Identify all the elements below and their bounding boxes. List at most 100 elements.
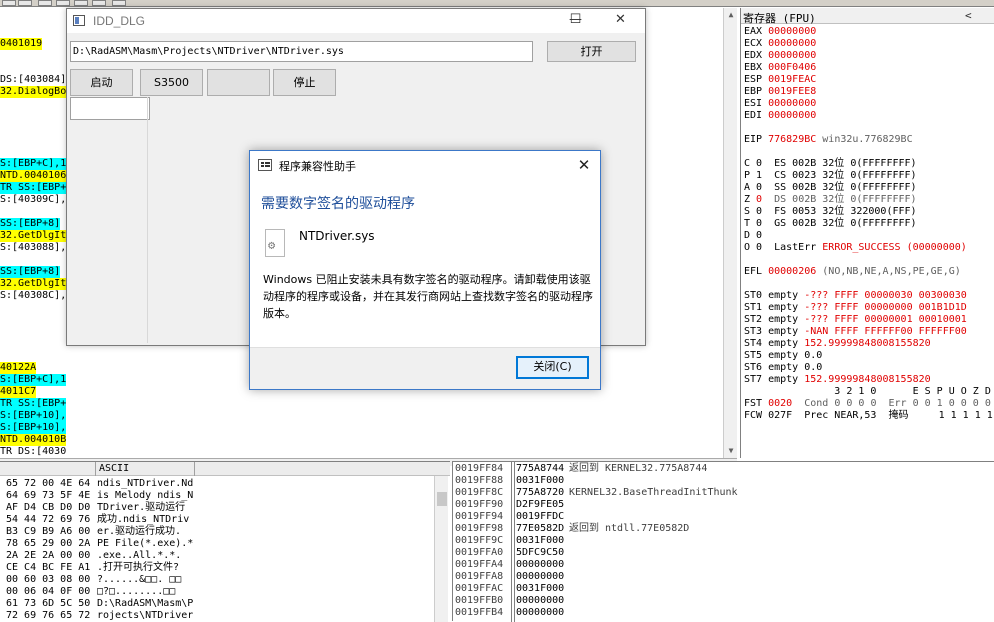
dump-hex-cell[interactable]: 2A 2E 2A 00 00 — [6, 550, 90, 562]
register-value[interactable]: -??? FFFF 00000000 001B1D1D — [804, 302, 967, 313]
stack-value[interactable]: D2F9FE05 — [516, 499, 564, 511]
register-line[interactable]: ECX 00000000 — [744, 38, 816, 50]
register-value[interactable]: 0020 — [768, 398, 792, 409]
register-value[interactable]: 152.99999848008155820 — [804, 338, 930, 349]
scroll-up-arrow-icon[interactable]: ▲ — [724, 8, 738, 22]
stack-address[interactable]: 0019FF88 — [455, 475, 503, 487]
close-icon[interactable]: ✕ — [572, 154, 596, 176]
register-value[interactable]: -??? FFFF 00000030 00300030 — [804, 290, 967, 301]
disasm-line[interactable]: TR DS:[4030A0] — [0, 446, 66, 458]
disasm-line[interactable]: NTD.0040106 — [0, 170, 66, 182]
dump-hex-cell[interactable]: 72 69 76 65 72 — [6, 610, 90, 622]
register-line[interactable]: ST4 empty 152.99999848008155820 — [744, 338, 931, 350]
stack-comment[interactable]: 返回到 ntdll.77E0582D — [569, 523, 689, 535]
disasm-line[interactable]: S:[EBP+C],111 — [0, 374, 66, 386]
register-line[interactable]: A 0 SS 002B 32位 0(FFFFFFFF) — [744, 182, 917, 194]
stack-value[interactable]: 77E0582D — [516, 523, 564, 535]
dump-vertical-scrollbar[interactable] — [434, 476, 448, 622]
register-line[interactable]: ST1 empty -??? FFFF 00000000 001B1D1D — [744, 302, 967, 314]
disasm-line[interactable]: S:[40309C], — [0, 194, 66, 206]
disasm-line[interactable]: 4011C7 — [0, 386, 37, 398]
register-line[interactable]: P 1 CS 0023 32位 0(FFFFFFFF) — [744, 170, 917, 182]
close-button[interactable]: 关闭(C) — [516, 356, 589, 379]
register-line[interactable]: ESI 00000000 — [744, 98, 816, 110]
toolbar-button[interactable] — [112, 0, 126, 6]
dump-hex-cell[interactable]: 65 72 00 4E 64 — [6, 478, 90, 490]
register-line[interactable]: EBX 000F0406 — [744, 62, 816, 74]
dump-ascii-cell[interactable]: .打开可执行文件? — [97, 562, 179, 574]
dump-ascii-cell[interactable]: ndis_NTDriver.Nd — [97, 478, 193, 490]
disasm-line[interactable]: S:[403088], — [0, 242, 66, 254]
collapse-arrow-icon[interactable]: < — [965, 9, 972, 22]
dump-hex-cell[interactable]: 00 06 04 0F 00 — [6, 586, 90, 598]
register-line[interactable]: ST2 empty -??? FFFF 00000001 00010001 — [744, 314, 967, 326]
register-line[interactable]: FST 0020 Cond 0 0 0 0 Err 0 0 1 0 0 0 0 — [744, 398, 991, 410]
stack-value[interactable]: 00000000 — [516, 595, 564, 607]
dump-ascii-cell[interactable]: 成功.ndis_NTDriv — [97, 514, 189, 526]
dump-hex-cell[interactable]: AF D4 CB D0 D0 — [6, 502, 90, 514]
disasm-line[interactable]: 40122A — [0, 362, 37, 374]
dump-hex-cell[interactable]: 64 69 73 5F 4E — [6, 490, 90, 502]
stack-value[interactable]: 00000000 — [516, 607, 564, 619]
stack-value[interactable]: 775A8720 — [516, 487, 564, 499]
register-value[interactable]: 00000000 — [768, 38, 816, 49]
register-line[interactable]: EDX 00000000 — [744, 50, 816, 62]
disasm-line[interactable]: NTD.004010B2 — [0, 434, 66, 446]
register-line[interactable]: ST3 empty -NAN FFFF FFFFFF00 FFFFFF00 — [744, 326, 967, 338]
register-value[interactable]: 00000000 — [768, 26, 816, 37]
register-line[interactable]: EIP 776829BC win32u.776829BC — [744, 134, 913, 146]
close-button[interactable]: ✕ — [598, 9, 643, 33]
register-line[interactable]: EDI 00000000 — [744, 110, 816, 122]
register-value[interactable]: 0019FEAC — [768, 74, 816, 85]
register-line[interactable]: EAX 00000000 — [744, 26, 816, 38]
register-line[interactable]: ESP 0019FEAC — [744, 74, 816, 86]
register-line[interactable]: ST7 empty 152.99999848008155820 — [744, 374, 931, 386]
dump-ascii-cell[interactable]: is Melody ndis_N — [97, 490, 193, 502]
register-value[interactable]: 152.99999848008155820 — [804, 374, 930, 385]
dump-hex-cell[interactable]: CE C4 BC FE A1 — [6, 562, 90, 574]
dump-ascii-cell[interactable]: er.驱动运行成功. — [97, 526, 181, 538]
cpu-vertical-scrollbar[interactable]: ▲ ▼ — [723, 8, 737, 458]
register-value[interactable]: -NAN FFFF FFFFFF00 FFFFFF00 — [804, 326, 967, 337]
toolbar-button[interactable] — [56, 0, 70, 6]
stack-value[interactable]: 775A8744 — [516, 463, 564, 475]
stack-pane[interactable]: 0019FF84 775A8744 返回到 KERNEL32.775A8744 001… — [452, 461, 994, 622]
dump-ascii-cell[interactable]: D:\RadASM\Masm\P — [97, 598, 193, 610]
stack-address[interactable]: 0019FF84 — [455, 463, 503, 475]
stack-address[interactable]: 0019FF8C — [455, 487, 503, 499]
blank-button[interactable] — [207, 69, 270, 96]
stack-address[interactable]: 0019FFA4 — [455, 559, 503, 571]
register-value[interactable]: -??? FFFF 00000001 00010001 — [804, 314, 967, 325]
disasm-line[interactable]: SS:[EBP+8] — [0, 266, 61, 278]
dump-ascii-cell[interactable]: .exe..All.*.*. — [97, 550, 181, 562]
stack-address[interactable]: 0019FF94 — [455, 511, 503, 523]
dump-ascii-cell[interactable]: TDriver.驱动运行 — [97, 502, 185, 514]
toolbar-button[interactable] — [2, 0, 16, 6]
disasm-line[interactable]: S:[EBP+C],1 — [0, 158, 66, 170]
scrollbar-thumb[interactable] — [437, 492, 447, 506]
toolbar-button[interactable] — [92, 0, 106, 6]
stack-value[interactable]: 0031F000 — [516, 475, 564, 487]
toolbar-button[interactable] — [18, 0, 32, 6]
stack-value[interactable]: 00000000 — [516, 571, 564, 583]
register-line[interactable]: T 0 GS 002B 32位 0(FFFFFFFF) — [744, 218, 917, 230]
ascii-column-header[interactable]: ASCII — [95, 462, 195, 476]
dump-hex-cell[interactable]: 54 44 72 69 76 — [6, 514, 90, 526]
disasm-line[interactable]: TR SS:[EBP+ — [0, 182, 66, 194]
disasm-line[interactable]: S:[EBP+10],0FFFF — [0, 410, 66, 422]
stack-value[interactable]: 0031F000 — [516, 535, 564, 547]
stack-address[interactable]: 0019FFB0 — [455, 595, 503, 607]
register-value[interactable]: 776829BC — [768, 134, 816, 145]
disasm-line[interactable]: S:[40308C], — [0, 290, 66, 302]
register-line[interactable]: ST0 empty -??? FFFF 00000030 00300030 — [744, 290, 967, 302]
register-value[interactable]: 0019FEE8 — [768, 86, 816, 97]
register-line[interactable]: S 0 FS 0053 32位 322000(FFF) — [744, 206, 917, 218]
register-line[interactable]: Z 0 DS 002B 32位 0(FFFFFFFF) — [744, 194, 917, 206]
stack-address[interactable]: 0019FFA8 — [455, 571, 503, 583]
disasm-line[interactable]: 32.GetDlgIt — [0, 278, 66, 290]
dump-ascii-cell[interactable]: PE File(*.exe).* — [97, 538, 193, 550]
stack-comment[interactable]: 返回到 KERNEL32.775A8744 — [569, 463, 707, 475]
register-line[interactable]: O 0 LastErr ERROR_SUCCESS (00000000) — [744, 242, 967, 254]
register-line[interactable]: ST6 empty 0.0 — [744, 362, 822, 374]
register-value[interactable]: 00000206 — [768, 266, 816, 277]
